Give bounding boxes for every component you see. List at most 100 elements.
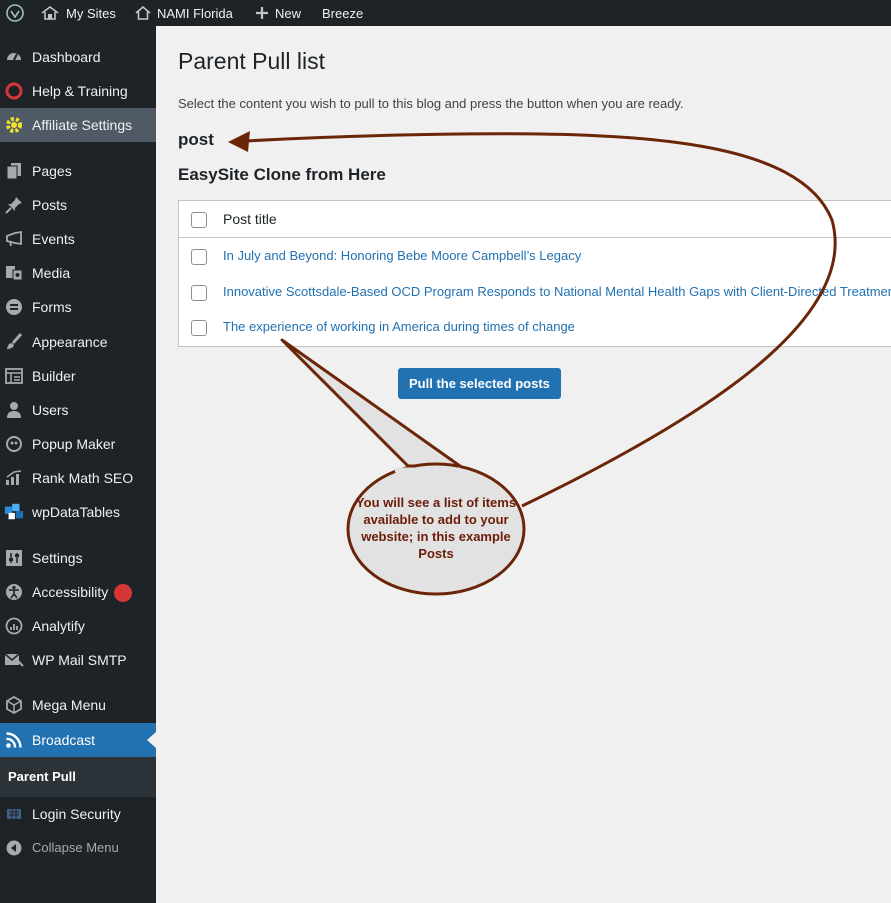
lifebuoy-icon [4,82,24,100]
row-checkbox[interactable] [191,285,207,301]
row-checkbox[interactable] [191,320,207,336]
sidebar-item-label: Popup Maker [32,436,116,452]
sidebar-item-help-training[interactable]: Help & Training [0,74,156,108]
submenu: Parent Pull [0,757,156,797]
posts-table: Post title In July and Beyond: Honoring … [178,200,891,347]
post-link[interactable]: Innovative Scottsdale-Based OCD Program … [223,284,891,299]
breeze-label: Breeze [322,5,364,21]
sidebar-item-label: Rank Math SEO [32,470,134,486]
page-title: Parent Pull list [178,48,326,74]
sidebar-item-label: Login Security [32,806,121,822]
sidebar-item-label: Media [32,265,71,281]
mail-icon [4,651,24,669]
post-link[interactable]: In July and Beyond: Honoring Bebe Moore … [223,248,581,263]
sidebar-item-analytify[interactable]: Analytify [0,609,156,643]
plus-icon [256,7,268,19]
sidebar-item-label: WP Mail SMTP [32,652,127,668]
sidebar-item-builder[interactable]: Builder [0,359,156,393]
sidebar-item-users[interactable]: Users [0,393,156,427]
chart-icon [4,469,24,487]
sidebar-item-label: Broadcast [32,732,96,748]
sidebar-item-wp-mail-smtp[interactable]: WP Mail SMTP [0,643,156,677]
pull-selected-posts-button[interactable]: Pull the selected posts [398,368,561,399]
megamenu-icon [4,696,24,714]
admin-sidebar: Dashboard Help & Training Affiliate Sett… [0,26,156,903]
sidebar-item-label: Builder [32,368,76,384]
brush-icon [4,333,24,351]
sidebar-item-affiliate-settings[interactable]: Affiliate Settings [0,108,156,142]
sidebar-item-broadcast[interactable]: Broadcast [0,723,156,757]
post-link[interactable]: The experience of working in America dur… [223,319,575,334]
sidebar-item-rank-math-seo[interactable]: Rank Math SEO [0,461,156,495]
sidebar-item-settings[interactable]: Settings [0,541,156,575]
sidebar-item-label: Settings [32,550,83,566]
table-row: The experience of working in America dur… [179,309,891,344]
popup-icon [4,435,24,453]
submenu-item-parent-pull[interactable]: Parent Pull [8,769,76,784]
megaphone-icon [4,230,24,248]
site-name-label: NAMI Florida [157,5,233,21]
table-row: In July and Beyond: Honoring Bebe Moore … [179,238,891,273]
sidebar-item-label: Pages [32,163,72,179]
sidebar-item-label: Mega Menu [32,697,106,713]
breeze-menu[interactable]: Breeze [322,0,363,26]
new-label: New [275,5,302,21]
table-header: Post title [179,201,891,238]
collapse-menu-button[interactable]: Collapse Menu [0,831,156,865]
sidebar-item-forms[interactable]: Forms [0,290,156,324]
new-content-menu[interactable]: New [255,0,301,26]
media-icon [4,264,24,282]
settings-icon [4,549,24,567]
sidebar-item-label: wpDataTables [32,504,120,520]
row-checkbox[interactable] [191,249,207,265]
section-heading-post: post [178,130,214,149]
table-icon [4,503,24,521]
section-heading-clone: EasySite Clone from Here [178,165,386,184]
accessibility-icon [4,583,24,601]
select-all-checkbox[interactable] [191,212,207,228]
collapse-icon [4,839,24,857]
sidebar-item-label: Accessibility [32,583,133,603]
pin-icon [4,196,24,214]
sidebar-item-login-security[interactable]: Login Security [0,797,156,831]
sidebar-item-posts[interactable]: Posts [0,188,156,222]
sidebar-item-label: Analytify [32,618,85,634]
user-icon [4,401,24,419]
column-header-post-title: Post title [223,211,277,227]
my-sites-menu[interactable]: My Sites [40,0,116,26]
sidebar-item-dashboard[interactable]: Dashboard [0,40,156,74]
shield-icon [4,805,24,823]
sidebar-item-label: Appearance [32,334,108,350]
builder-icon [4,367,24,385]
sidebar-item-accessibility[interactable]: Accessibility [0,575,156,609]
wordpress-logo-icon[interactable] [6,0,24,26]
sites-icon [41,6,59,20]
current-menu-arrow [147,732,156,748]
sidebar-item-label: Users [32,402,69,418]
sidebar-item-label: Posts [32,197,68,213]
my-sites-label: My Sites [66,5,116,21]
sidebar-item-pages[interactable]: Pages [0,154,156,188]
forms-icon [4,298,24,316]
sidebar-item-label: Affiliate Settings [32,117,133,133]
sidebar-item-wpdatatables[interactable]: wpDataTables [0,495,156,529]
accessibility-label: Accessibility [32,584,109,600]
pages-icon [4,162,24,180]
sidebar-item-popup-maker[interactable]: Popup Maker [0,427,156,461]
sidebar-item-label: Collapse Menu [32,840,119,855]
sidebar-item-events[interactable]: Events [0,222,156,256]
sidebar-item-label: Dashboard [32,49,101,65]
dashboard-icon [4,48,24,66]
sidebar-item-appearance[interactable]: Appearance [0,325,156,359]
gear-icon [4,116,24,134]
sidebar-item-label: Events [32,231,75,247]
analytics-icon [4,617,24,635]
home-icon [135,5,151,20]
sidebar-item-label: Help & Training [32,83,128,99]
rss-icon [4,731,24,749]
notification-badge [114,584,133,603]
sidebar-item-mega-menu[interactable]: Mega Menu [0,688,156,722]
site-name-menu[interactable]: NAMI Florida [135,0,233,26]
sidebar-item-media[interactable]: Media [0,256,156,290]
admin-bar: My Sites NAMI Florida New Breeze [0,0,891,26]
